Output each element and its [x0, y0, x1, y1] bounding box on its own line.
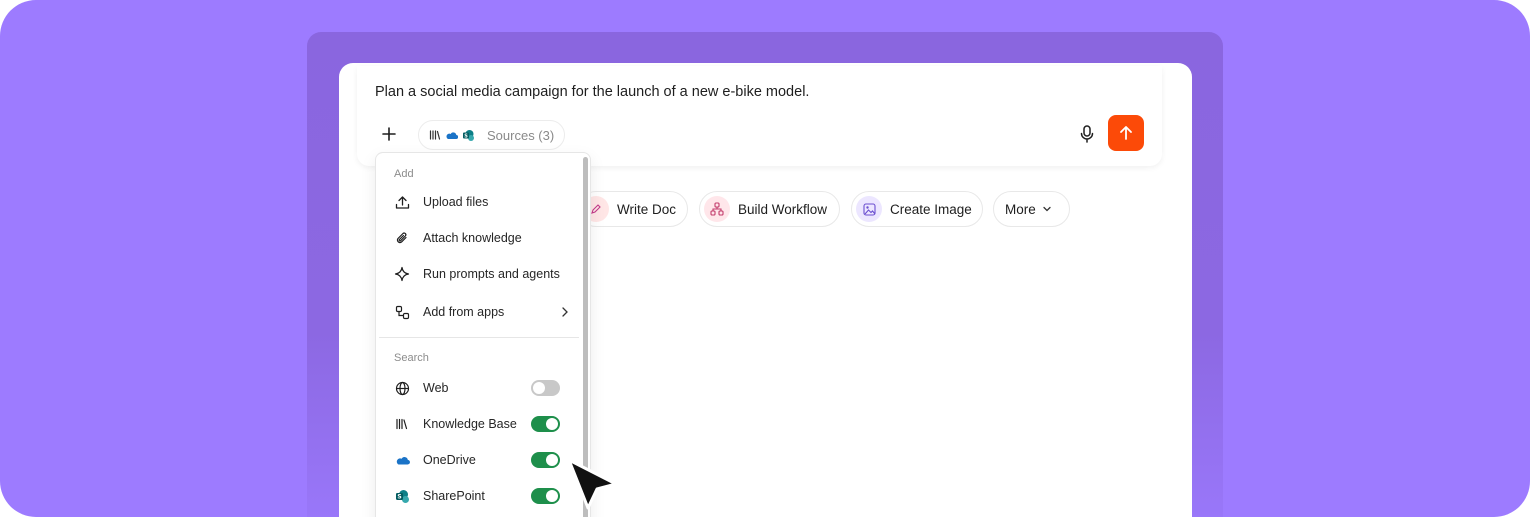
menu-item-label: Web — [423, 381, 449, 395]
menu-item-label: Knowledge Base — [423, 417, 517, 431]
chip-label: Create Image — [890, 201, 972, 217]
menu-item-label: Upload files — [423, 195, 489, 209]
upload-files-item[interactable]: Upload files — [384, 187, 580, 217]
workflow-icon — [704, 196, 730, 222]
menu-item-label: SharePoint — [423, 489, 485, 503]
run-prompts-item[interactable]: Run prompts and agents — [384, 259, 580, 289]
background: Plan a social media campaign for the lau… — [0, 0, 1530, 517]
paperclip-icon — [393, 229, 411, 247]
library-icon — [429, 130, 441, 140]
arrow-up-icon — [1120, 126, 1132, 140]
attach-knowledge-item[interactable]: Attach knowledge — [384, 223, 580, 253]
onedrive-icon — [446, 132, 458, 140]
search-section-title: Search — [394, 352, 429, 364]
add-from-apps-item[interactable]: Add from apps — [384, 297, 580, 327]
sharepoint-icon: S — [393, 487, 411, 505]
svg-text:S: S — [397, 493, 401, 500]
upload-icon — [393, 193, 411, 211]
sparkle-icon — [393, 265, 411, 283]
knowledge-base-toggle[interactable] — [531, 416, 560, 432]
menu-item-label: Attach knowledge — [423, 231, 522, 245]
web-toggle[interactable] — [531, 380, 560, 396]
mouse-cursor-icon — [567, 458, 618, 510]
menu-divider — [379, 337, 579, 338]
onedrive-toggle[interactable] — [531, 452, 560, 468]
microphone-icon — [1080, 125, 1094, 143]
add-button[interactable] — [377, 122, 401, 146]
svg-text:S: S — [464, 133, 468, 139]
search-sharepoint-item[interactable]: S SharePoint — [384, 481, 580, 511]
build-workflow-chip[interactable]: Build Workflow — [699, 191, 840, 227]
add-menu: Add Upload files Attach knowledge Run pr… — [375, 152, 591, 517]
send-button[interactable] — [1108, 115, 1144, 151]
chip-label: Build Workflow — [738, 201, 828, 217]
prompt-composer — [357, 66, 1162, 166]
globe-icon — [393, 379, 411, 397]
chevron-right-icon — [562, 307, 568, 317]
menu-item-label: Add from apps — [423, 305, 505, 319]
more-chip[interactable]: More — [993, 191, 1070, 227]
chip-label: More — [1005, 201, 1036, 217]
sharepoint-icon: S — [463, 129, 474, 141]
microphone-button[interactable] — [1076, 122, 1098, 146]
create-image-chip[interactable]: Create Image — [851, 191, 983, 227]
chevron-down-icon — [1043, 206, 1051, 212]
library-icon — [393, 415, 411, 433]
image-icon — [856, 196, 882, 222]
search-knowledge-base-item[interactable]: Knowledge Base — [384, 409, 580, 439]
sharepoint-toggle[interactable] — [531, 488, 560, 504]
menu-item-label: OneDrive — [423, 453, 476, 467]
onedrive-icon — [393, 451, 411, 469]
prompt-text[interactable]: Plan a social media campaign for the lau… — [375, 84, 809, 100]
menu-item-label: Run prompts and agents — [423, 267, 560, 281]
sources-label: Sources (3) — [487, 127, 555, 143]
apps-icon — [393, 303, 411, 321]
search-onedrive-item[interactable]: OneDrive — [384, 445, 580, 475]
write-doc-chip[interactable]: Write Doc — [578, 191, 688, 227]
plus-icon — [382, 127, 396, 141]
search-web-item[interactable]: Web — [384, 373, 580, 403]
sources-button[interactable]: S Sources (3) — [418, 120, 566, 150]
chip-label: Write Doc — [617, 201, 677, 217]
add-section-title: Add — [394, 168, 414, 180]
